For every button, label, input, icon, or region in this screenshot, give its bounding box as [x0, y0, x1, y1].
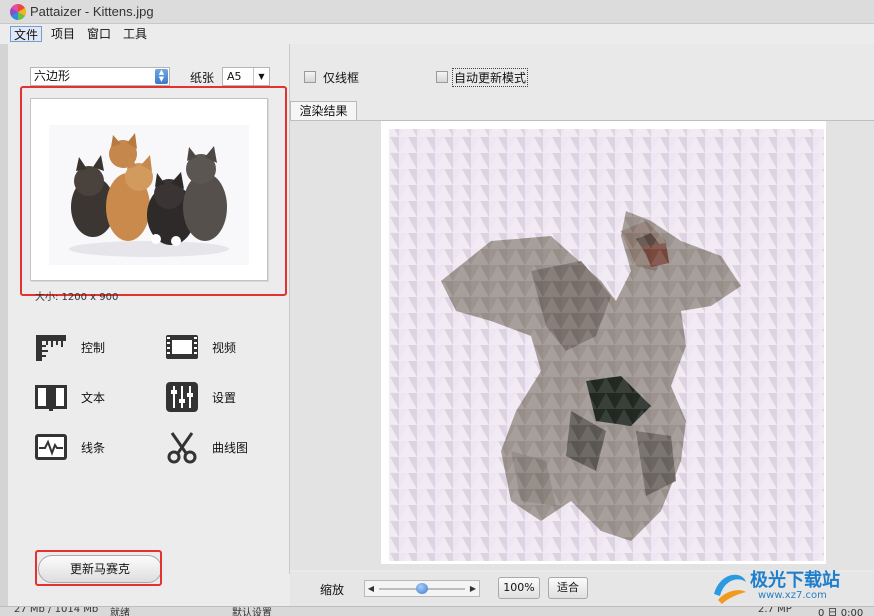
film-icon	[166, 335, 198, 359]
zoom-label: 缩放	[320, 583, 345, 597]
status-text: 就绪	[110, 608, 130, 616]
zoom-slider-thumb[interactable]	[416, 583, 428, 594]
app-logo-icon	[10, 4, 26, 20]
book-icon	[35, 385, 67, 411]
button-highlight-box	[35, 550, 162, 586]
image-size-text: 大小: 1200 x 900	[35, 292, 119, 303]
slider-left-arrow-icon[interactable]: ◀	[365, 581, 377, 596]
paper-select-value: A5	[227, 70, 242, 83]
sliders-icon	[166, 382, 198, 412]
tool-text-label: 文本	[81, 391, 106, 405]
watermark-text: 极光下载站	[750, 570, 840, 591]
shape-select[interactable]: 六边形 ▲ ▼	[30, 67, 170, 86]
tool-video[interactable]: 视频	[164, 329, 274, 365]
tool-control-label: 控制	[81, 341, 106, 355]
mosaic-image	[389, 129, 824, 561]
paper-label: 纸张	[190, 71, 215, 85]
title-bar: Pattaizer - Kittens.jpg	[0, 0, 874, 24]
tool-settings[interactable]: 设置	[164, 379, 274, 415]
mosaic-render-canvas[interactable]	[381, 121, 826, 564]
menu-bar: 文件 项目 窗口 工具	[0, 24, 874, 44]
aurora-logo-icon	[714, 574, 746, 604]
menu-tools[interactable]: 工具	[120, 26, 150, 42]
tool-text[interactable]: 文本	[33, 379, 143, 415]
tool-lines[interactable]: 线条	[33, 429, 143, 465]
paper-select[interactable]: A5 ▼	[222, 67, 270, 86]
auto-update-checkbox[interactable]	[436, 71, 448, 83]
tool-video-label: 视频	[212, 341, 237, 355]
tab-render-result[interactable]: 渲染结果	[290, 101, 357, 121]
tool-curve[interactable]: 曲线图	[164, 429, 274, 465]
status-memory: 27 Mb / 1014 Mb	[14, 606, 99, 615]
tool-lines-label: 线条	[81, 441, 106, 455]
spinner-arrows-icon[interactable]: ▲ ▼	[155, 69, 168, 84]
tool-curve-label: 曲线图	[212, 441, 249, 455]
menu-window[interactable]: 窗口	[84, 26, 114, 42]
tool-control[interactable]: 控制	[33, 329, 143, 365]
background-window-strip	[0, 44, 8, 616]
scissors-icon	[167, 432, 197, 464]
zoom-fit-button[interactable]: 适合	[548, 577, 588, 599]
shape-select-value: 六边形	[34, 69, 71, 83]
wireframe-only-label: 仅线框	[323, 71, 360, 85]
auto-update-label: 自动更新模式	[452, 68, 529, 87]
menu-file[interactable]: 文件	[10, 26, 43, 42]
zoom-slider[interactable]: ◀ ▶	[364, 580, 480, 597]
preview-highlight-box	[20, 86, 287, 296]
tool-settings-label: 设置	[212, 391, 237, 405]
pulse-line-icon	[35, 434, 67, 460]
window-title: Pattaizer - Kittens.jpg	[30, 4, 154, 19]
watermark-url: www.xz7.com	[758, 590, 827, 601]
site-watermark: 极光下载站 www.xz7.com	[710, 562, 870, 608]
slider-right-arrow-icon[interactable]: ▶	[467, 581, 479, 596]
zoom-100-button[interactable]: 100%	[498, 577, 540, 599]
status-default-settings: 默认设置	[232, 608, 272, 616]
wireframe-only-checkbox[interactable]	[304, 71, 316, 83]
menu-project[interactable]: 项目	[48, 26, 78, 42]
chevron-down-icon[interactable]: ▼	[253, 68, 269, 85]
ruler-icon	[36, 335, 66, 361]
